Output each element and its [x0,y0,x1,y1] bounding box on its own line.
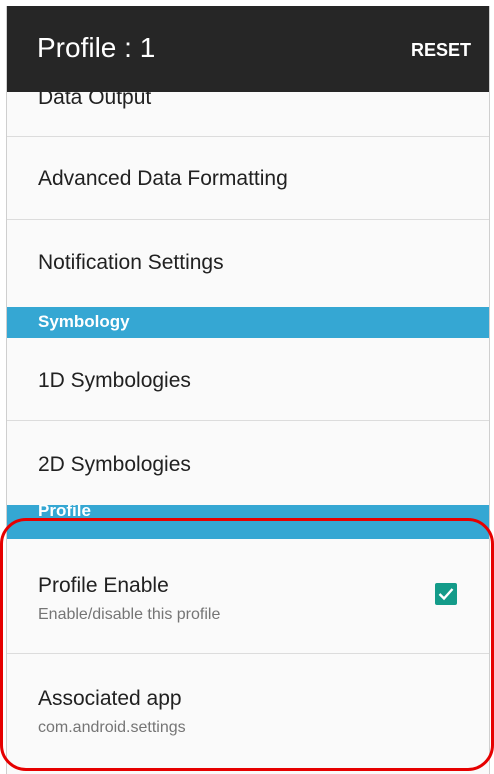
app-bar: Profile : 1 RESET [7,6,489,92]
advanced-data-formatting-label: Advanced Data Formatting [38,167,288,190]
checkmark-icon [438,588,454,601]
list-item-2d-symbologies[interactable]: 2D Symbologies [7,421,489,506]
list-item-advanced-data-formatting[interactable]: Advanced Data Formatting [7,137,489,220]
profile-enable-summary: Enable/disable this profile [38,606,221,623]
reset-button[interactable]: RESET [411,40,471,61]
profile-enable-label: Profile Enable [38,574,169,597]
list-item-notification-settings[interactable]: Notification Settings [7,220,489,308]
list-item-1d-symbologies[interactable]: 1D Symbologies [7,338,489,421]
section-header-symbology: Symbology [7,307,489,338]
section-header-profile: Profile [7,505,489,539]
associated-app-label: Associated app [38,687,182,710]
notification-settings-label: Notification Settings [38,251,224,274]
1d-symbologies-label: 1D Symbologies [38,369,191,392]
page-title: Profile : 1 [37,32,156,63]
symbology-header-label: Symbology [38,312,130,331]
profile-header-label: Profile [38,505,91,520]
screen: Data Output Advanced Data Formatting Not… [6,6,490,774]
2d-symbologies-label: 2D Symbologies [38,453,191,476]
associated-app-summary: com.android.settings [38,719,186,736]
list-item-profile-enable[interactable]: Profile Enable Enable/disable this profi… [7,539,489,654]
list-item-associated-app[interactable]: Associated app com.android.settings [7,654,489,769]
profile-enable-checkbox[interactable] [435,583,457,605]
